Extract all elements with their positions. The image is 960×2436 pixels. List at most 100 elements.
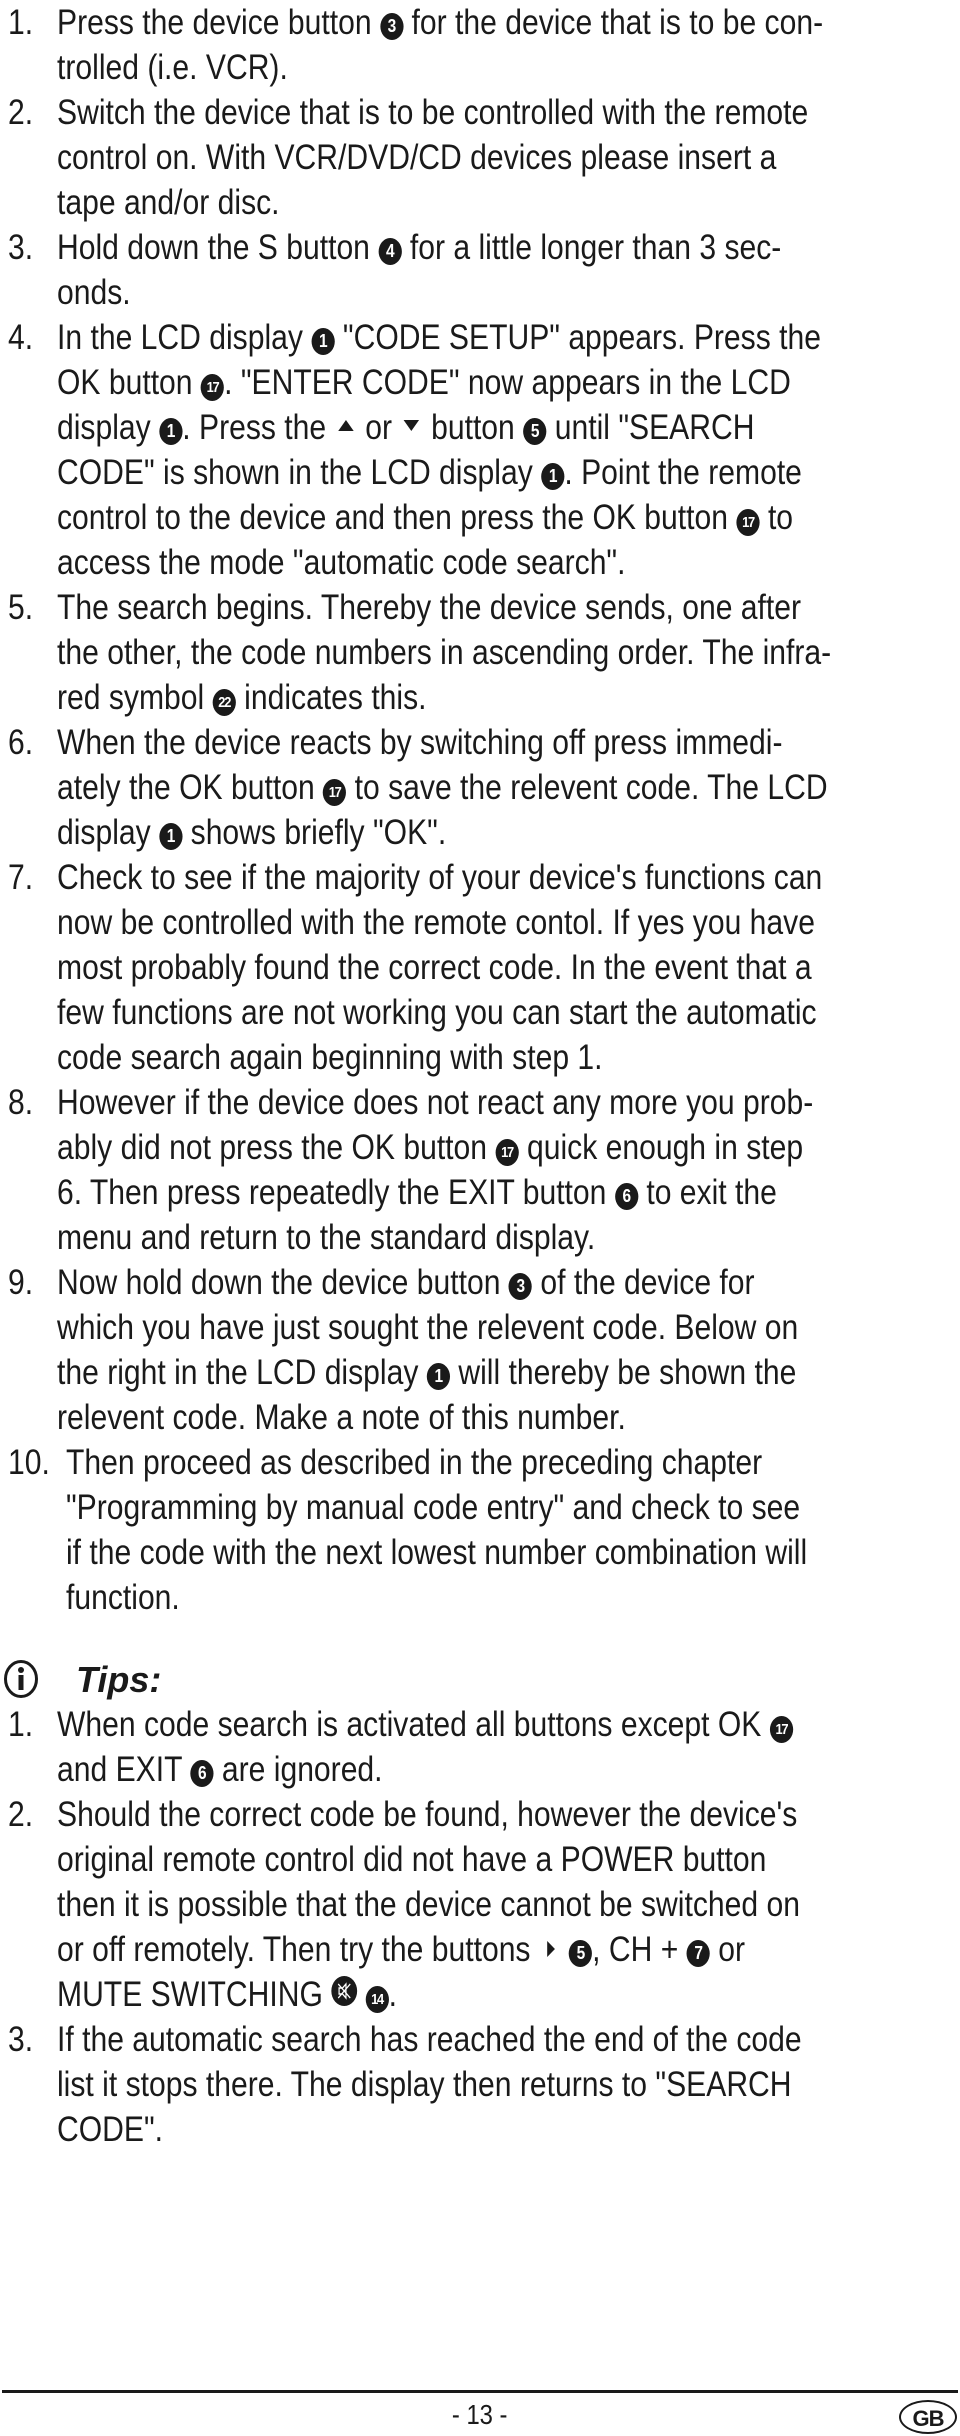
text-segment: CODE". xyxy=(57,2110,164,2149)
callout-number-badge: 1 xyxy=(541,463,565,490)
text-segment: which you have just sought the relevent … xyxy=(57,1308,799,1347)
text-segment: for a little longer than 3 sec- xyxy=(401,228,782,267)
text-line: CODE". xyxy=(8,2107,834,2152)
text-line: control on. With VCR/DVD/CD devices plea… xyxy=(8,135,834,180)
text-segment: will thereby be shown the xyxy=(449,1353,797,1392)
text-line: list it stops there. The display then re… xyxy=(8,2062,834,2107)
callout-number-badge: 3 xyxy=(379,13,404,40)
text-segment: list it stops there. The display then re… xyxy=(57,2065,792,2104)
text-line: onds. xyxy=(8,270,834,315)
text-line: relevent code. Make a note of this numbe… xyxy=(8,1395,834,1440)
text-segment: In the LCD display xyxy=(57,318,312,357)
text-line: function. xyxy=(9,1575,835,1620)
text-line: the other, the code numbers in ascending… xyxy=(8,630,834,675)
text-line: code search again beginning with step 1. xyxy=(8,1035,834,1080)
text-segment: . xyxy=(388,1975,397,2014)
list-item: 1. Press the device button 3 for the devi… xyxy=(0,0,960,90)
text-segment xyxy=(357,1975,365,2014)
text-line: menu and return to the standard display. xyxy=(8,1215,834,1260)
text-segment: Press the device button xyxy=(57,3,380,42)
text-segment: or off remotely. Then try the buttons xyxy=(57,1930,539,1969)
text-line: control to the device and then press the… xyxy=(8,495,834,540)
list-item: 8. However if the device does not react a… xyxy=(0,1080,960,1260)
text-line: If the automatic search has reached the … xyxy=(8,2017,834,2062)
text-segment: now be controlled with the remote contol… xyxy=(57,903,815,942)
text-line: which you have just sought the relevent … xyxy=(8,1305,834,1350)
text-line: red symbol 22 indicates this. xyxy=(8,675,834,720)
text-segment: the other, the code numbers in ascending… xyxy=(57,633,832,672)
text-segment: display xyxy=(57,813,160,852)
text-segment: When code search is activated all button… xyxy=(57,1705,770,1744)
callout-number-badge: 17 xyxy=(323,779,347,806)
list-item: 5. The search begins. Thereby the device … xyxy=(0,585,960,720)
callout-number-badge: 1 xyxy=(159,823,183,850)
callout-number-badge: 17 xyxy=(736,509,760,536)
text-segment: trolled (i.e. VCR). xyxy=(57,48,288,87)
callout-number-badge: 5 xyxy=(568,1940,593,1967)
text-line: display 1 shows briefly "OK". xyxy=(8,810,834,855)
country-badge: GB xyxy=(899,2400,957,2434)
callout-number-badge: 4 xyxy=(378,238,402,265)
text-line: ably did not press the OK button 17 quic… xyxy=(8,1125,834,1170)
text-segment: for the device that is to be con- xyxy=(403,3,824,42)
list-item: 4. In the LCD display 1 "CODE SETUP" appe… xyxy=(0,315,960,585)
text-segment: function. xyxy=(66,1578,180,1617)
text-line: When the device reacts by switching off … xyxy=(8,720,834,765)
text-segment: relevent code. Make a note of this numbe… xyxy=(57,1398,626,1437)
list-item: 1. When code search is activated all butt… xyxy=(0,1702,960,1792)
text-segment: access the mode "automatic code search". xyxy=(57,543,626,582)
text-line: now be controlled with the remote contol… xyxy=(8,900,834,945)
text-segment: display xyxy=(57,408,160,447)
callout-number-badge: 22 xyxy=(212,689,236,716)
text-segment: CODE" is shown in the LCD display xyxy=(57,453,542,492)
text-line: Should the correct code be found, howeve… xyxy=(8,1792,834,1837)
text-segment: Should the correct code be found, howeve… xyxy=(57,1795,798,1834)
callout-number-badge: 1 xyxy=(311,328,335,355)
text-segment: until "SEARCH xyxy=(546,408,755,447)
text-segment: onds. xyxy=(57,273,131,312)
arrow-right-icon xyxy=(547,1941,556,1957)
tips-title: Tips: xyxy=(76,1659,162,1700)
text-segment: indicates this. xyxy=(235,678,427,717)
text-segment: to xyxy=(759,498,794,537)
text-line: In the LCD display 1 "CODE SETUP" appear… xyxy=(8,315,834,360)
text-segment: Check to see if the majority of your dev… xyxy=(57,858,823,897)
tips-heading: Tips: xyxy=(0,1655,400,1705)
arrow-down-icon xyxy=(403,420,420,431)
text-line: access the mode "automatic code search". xyxy=(8,540,834,585)
text-segment: Hold down the S button xyxy=(57,228,379,267)
text-line: original remote control did not have a P… xyxy=(8,1837,834,1882)
callout-number-badge: 5 xyxy=(523,418,547,445)
callout-number-badge: 17 xyxy=(200,374,225,401)
text-segment: . Press the xyxy=(182,408,335,447)
text-line: the right in the LCD display 1 will ther… xyxy=(8,1350,834,1395)
text-segment: However if the device does not react any… xyxy=(57,1083,814,1122)
list-item: 2. Should the correct code be found, howe… xyxy=(0,1792,960,2017)
text-line: Hold down the S button 4 for a little lo… xyxy=(8,225,834,270)
callout-number-badge: 1 xyxy=(426,1363,450,1390)
text-segment: When the device reacts by switching off … xyxy=(57,723,783,762)
text-segment: quick enough in step xyxy=(518,1128,804,1167)
callout-number-badge: 1 xyxy=(159,418,183,445)
list-item: 7. Check to see if the majority of your d… xyxy=(0,855,960,1080)
info-icon xyxy=(4,1660,38,1698)
list-item: 3. Hold down the S button 4 for a little … xyxy=(0,225,960,315)
text-segment: tape and/or disc. xyxy=(57,183,280,222)
callout-number-badge: 3 xyxy=(508,1273,533,1300)
text-line: few functions are not working you can st… xyxy=(8,990,834,1035)
list-item: 9. Now hold down the device button 3 of t… xyxy=(0,1260,960,1440)
manual-page: 1. Press the device button 3 for the devi… xyxy=(0,0,960,2436)
text-line: or off remotely. Then try the buttons 5,… xyxy=(8,1927,834,1972)
text-line: most probably found the correct code. In… xyxy=(8,945,834,990)
text-segment: MUTE SWITCHING xyxy=(57,1975,332,2014)
text-segment: and EXIT xyxy=(57,1750,191,1789)
text-line: "Programming by manual code entry" and c… xyxy=(9,1485,835,1530)
text-line: trolled (i.e. VCR). xyxy=(8,45,834,90)
text-line: ately the OK button 17 to save the relev… xyxy=(8,765,834,810)
text-line: Switch the device that is to be controll… xyxy=(8,90,834,135)
text-line: When code search is activated all button… xyxy=(8,1702,834,1747)
text-segment: "CODE SETUP" appears. Press the xyxy=(334,318,821,357)
text-segment: control on. With VCR/DVD/CD devices plea… xyxy=(57,138,777,177)
text-line: MUTE SWITCHING 14. xyxy=(8,1972,834,2017)
text-segment: or xyxy=(709,1930,746,1969)
